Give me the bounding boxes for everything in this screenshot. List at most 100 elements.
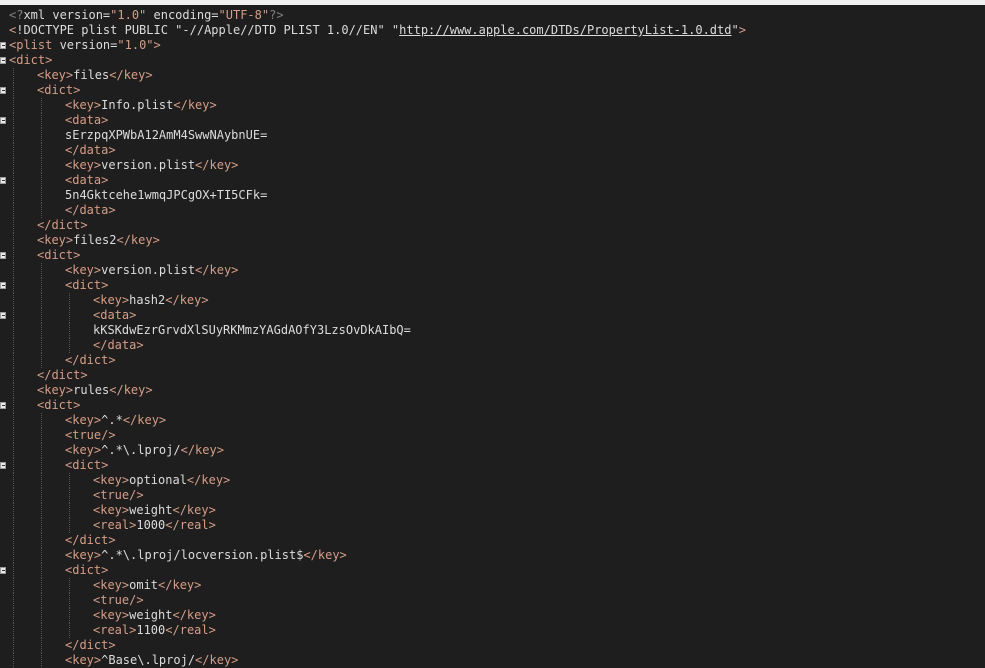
indent-guide bbox=[13, 248, 14, 263]
code-line[interactable]: <dict> bbox=[9, 53, 985, 68]
indent-guide bbox=[41, 98, 42, 113]
indent-guide bbox=[13, 158, 14, 173]
code-token: " bbox=[731, 23, 739, 37]
code-line[interactable]: <key>rules</key> bbox=[9, 383, 985, 398]
code-line[interactable]: <data> bbox=[9, 113, 985, 128]
indent-guide bbox=[41, 158, 42, 173]
code-line[interactable]: <dict> bbox=[9, 278, 985, 293]
collapse-fold-icon[interactable] bbox=[0, 462, 6, 469]
code-token: </key> bbox=[173, 98, 217, 112]
code-token: <key> bbox=[65, 158, 102, 172]
collapse-fold-icon[interactable] bbox=[0, 42, 6, 49]
code-line[interactable]: <real>1000</real> bbox=[9, 518, 985, 533]
code-token: </data> bbox=[65, 203, 116, 217]
code-line[interactable]: <dict> bbox=[9, 248, 985, 263]
collapse-fold-icon[interactable] bbox=[0, 312, 6, 319]
code-token: </key> bbox=[195, 263, 239, 277]
code-line[interactable]: </dict> bbox=[9, 368, 985, 383]
code-line[interactable]: <true/> bbox=[9, 428, 985, 443]
code-token: </key> bbox=[172, 608, 216, 622]
code-token: <key> bbox=[65, 548, 102, 562]
code-line[interactable]: </data> bbox=[9, 143, 985, 158]
code-line[interactable]: </dict> bbox=[9, 533, 985, 548]
indent-guide bbox=[41, 473, 42, 488]
indent-guide bbox=[13, 113, 14, 128]
code-line[interactable]: <key>weight</key> bbox=[9, 608, 985, 623]
code-line[interactable]: <key>Info.plist</key> bbox=[9, 98, 985, 113]
code-line[interactable]: <key>^.*\.lproj/locversion.plist$</key> bbox=[9, 548, 985, 563]
indent-guide bbox=[69, 608, 70, 623]
code-line[interactable]: </data> bbox=[9, 338, 985, 353]
code-line[interactable]: <true/> bbox=[9, 488, 985, 503]
code-line[interactable]: </dict> bbox=[9, 638, 985, 653]
code-line[interactable]: <key>version.plist</key> bbox=[9, 263, 985, 278]
code-line[interactable]: <key>omit</key> bbox=[9, 578, 985, 593]
dtd-link[interactable]: http://www.apple.com/DTDs/PropertyList-1… bbox=[399, 23, 731, 37]
collapse-fold-icon[interactable] bbox=[0, 177, 6, 184]
code-token: </dict> bbox=[65, 638, 116, 652]
collapse-fold-icon[interactable] bbox=[0, 87, 6, 94]
indent-guide bbox=[13, 518, 14, 533]
code-line[interactable]: <key>files</key> bbox=[9, 68, 985, 83]
code-lines[interactable]: <?xml version="1.0" encoding="UTF-8"?> <!… bbox=[9, 8, 985, 668]
code-line[interactable]: <key>weight</key> bbox=[9, 503, 985, 518]
code-line[interactable]: </data> bbox=[9, 203, 985, 218]
collapse-fold-icon[interactable] bbox=[0, 567, 6, 574]
collapse-fold-icon[interactable] bbox=[0, 402, 6, 409]
code-line[interactable]: <!DOCTYPE plist PUBLIC "-//Apple//DTD PL… bbox=[9, 23, 985, 38]
code-text: </data> bbox=[9, 203, 116, 217]
code-line[interactable]: <key>optional</key> bbox=[9, 473, 985, 488]
code-line[interactable]: <dict> bbox=[9, 398, 985, 413]
code-line[interactable]: <true/> bbox=[9, 593, 985, 608]
code-text: </data> bbox=[9, 338, 144, 352]
code-token: sErzpqXPWbA12AmM4SwwNAybnUE= bbox=[65, 128, 268, 142]
code-line[interactable]: sErzpqXPWbA12AmM4SwwNAybnUE= bbox=[9, 128, 985, 143]
code-line[interactable]: <key>files2</key> bbox=[9, 233, 985, 248]
code-text: <dict> bbox=[9, 53, 52, 67]
code-text: <?xml version="1.0" encoding="UTF-8"?> bbox=[9, 8, 284, 22]
code-line[interactable]: <plist version="1.0"> bbox=[9, 38, 985, 53]
code-token: </key> bbox=[180, 443, 224, 457]
code-line[interactable]: 5n4Gktcehe1wmqJPCgOX+TI5CFk= bbox=[9, 188, 985, 203]
indent-guide bbox=[13, 443, 14, 458]
indent-guide bbox=[13, 218, 14, 233]
code-line[interactable]: kKSKdwEzrGrvdXlSUyRKMmzYAGdAOfY3LzsOvDkA… bbox=[9, 323, 985, 338]
indent-guide bbox=[41, 503, 42, 518]
code-line[interactable]: <key>hash2</key> bbox=[9, 293, 985, 308]
code-token: </key> bbox=[109, 68, 153, 82]
indent-guide bbox=[69, 518, 70, 533]
collapse-fold-icon[interactable] bbox=[0, 57, 6, 64]
code-line[interactable]: <?xml version="1.0" encoding="UTF-8"?> bbox=[9, 8, 985, 23]
code-line[interactable]: <data> bbox=[9, 308, 985, 323]
code-text: <data> bbox=[9, 308, 136, 322]
code-line[interactable]: <dict> bbox=[9, 83, 985, 98]
collapse-fold-icon[interactable] bbox=[0, 252, 6, 259]
code-line[interactable]: <key>^.*</key> bbox=[9, 413, 985, 428]
code-line[interactable]: <key>version.plist</key> bbox=[9, 158, 985, 173]
indent-guide bbox=[13, 593, 14, 608]
code-token: "UTF-8" bbox=[218, 8, 270, 22]
code-line[interactable]: </dict> bbox=[9, 353, 985, 368]
indent-guide bbox=[13, 473, 14, 488]
code-line[interactable]: </dict> bbox=[9, 218, 985, 233]
indent-guide bbox=[41, 278, 42, 293]
code-token: weight bbox=[129, 503, 173, 517]
code-line[interactable]: <data> bbox=[9, 173, 985, 188]
collapse-fold-icon[interactable] bbox=[0, 117, 6, 124]
code-line[interactable]: <dict> bbox=[9, 458, 985, 473]
code-line[interactable]: <real>1100</real> bbox=[9, 623, 985, 638]
code-line[interactable]: <dict> bbox=[9, 563, 985, 578]
code-line[interactable]: <key>^.*\.lproj/</key> bbox=[9, 443, 985, 458]
fold-gutter bbox=[0, 5, 7, 659]
indent-guide bbox=[13, 323, 14, 338]
code-editor[interactable]: <?xml version="1.0" encoding="UTF-8"?> <!… bbox=[0, 5, 985, 668]
indent-guide bbox=[13, 173, 14, 188]
code-token: 1100 bbox=[136, 623, 166, 637]
collapse-fold-icon[interactable] bbox=[0, 282, 6, 289]
indent-guide bbox=[41, 593, 42, 608]
indent-guide bbox=[13, 578, 14, 593]
code-line[interactable]: <key>^Base\.lproj/</key> bbox=[9, 653, 985, 668]
code-token: </key> bbox=[186, 473, 231, 487]
code-token: <plist bbox=[9, 38, 53, 52]
code-token: <data> bbox=[65, 113, 109, 127]
